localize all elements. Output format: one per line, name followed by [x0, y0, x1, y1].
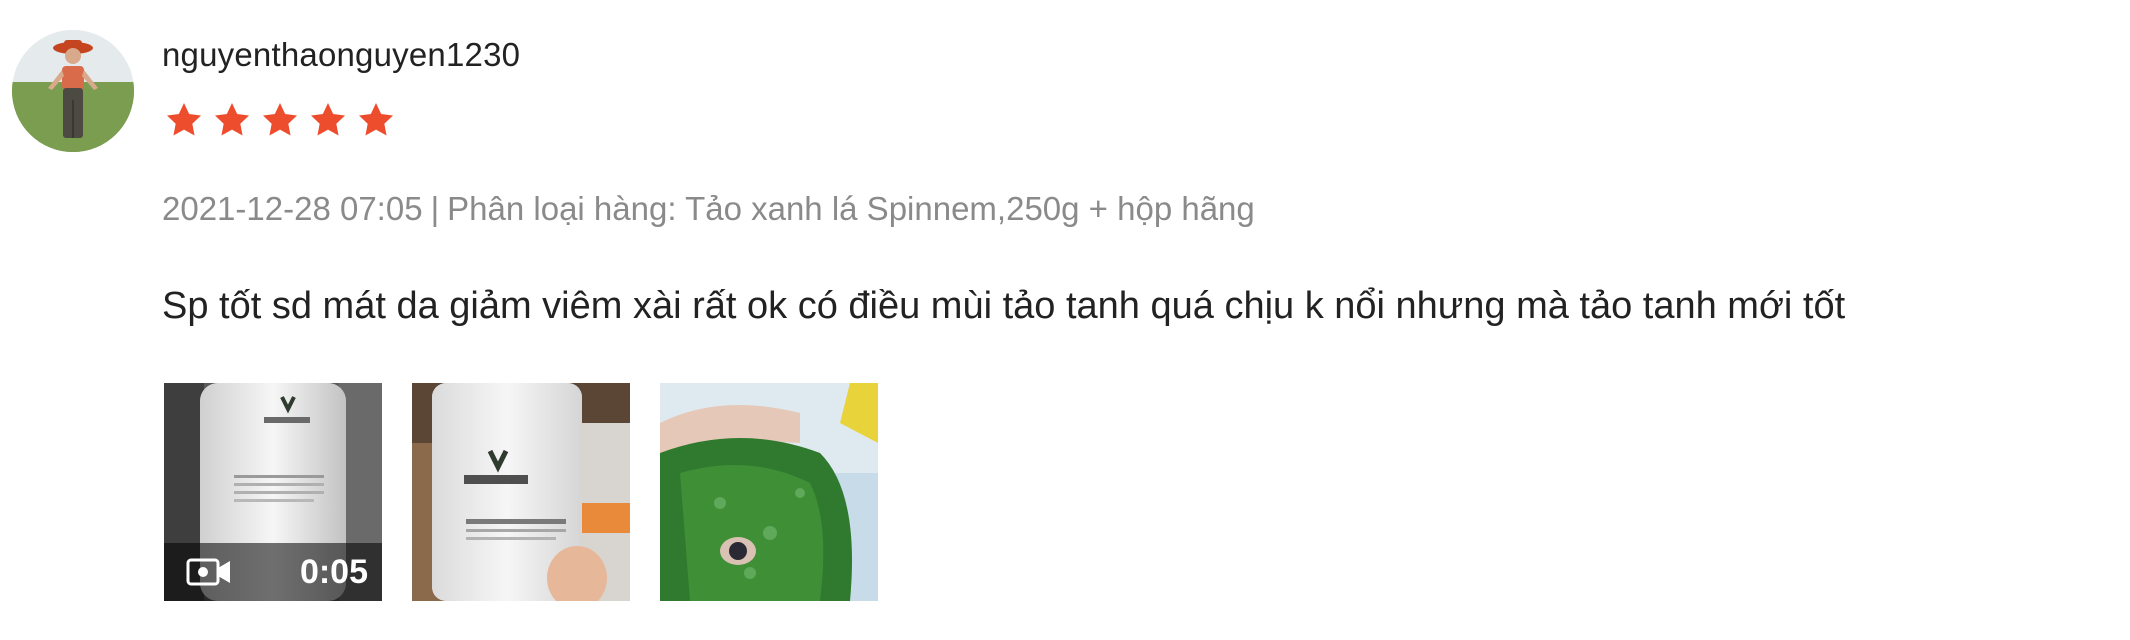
product-variation: Phân loại hàng: Tảo xanh lá Spinnem,250g… — [447, 190, 1255, 227]
review-photo — [660, 383, 878, 601]
meta-separator: | — [430, 190, 440, 227]
video-overlay-bar: 0:05 — [164, 543, 382, 601]
review-photo — [412, 383, 630, 601]
video-camera-icon — [186, 556, 232, 588]
star-rating — [164, 100, 396, 140]
review-meta: 2021-12-28 07:05 | Phân loại hàng: Tảo xan… — [162, 190, 1255, 228]
video-duration: 0:05 — [299, 552, 368, 591]
star-icon — [308, 100, 348, 140]
review-video-thumbnail[interactable]: 0:05 — [164, 383, 382, 601]
review-image-thumbnail[interactable] — [660, 383, 878, 601]
product-review: nguyenthaonguyen1230 2021-12-28 07:05 | Ph… — [0, 0, 2130, 640]
star-icon — [164, 100, 204, 140]
review-comment: Sp tốt sd mát da giảm viêm xài rất ok có… — [162, 285, 1846, 327]
review-image-thumbnail[interactable] — [412, 383, 630, 601]
avatar-photo — [12, 30, 134, 152]
review-timestamp: 2021-12-28 07:05 — [162, 190, 423, 227]
reviewer-username: nguyenthaonguyen1230 — [162, 36, 521, 73]
star-icon — [356, 100, 396, 140]
star-icon — [212, 100, 252, 140]
star-icon — [260, 100, 300, 140]
avatar[interactable] — [12, 30, 134, 152]
